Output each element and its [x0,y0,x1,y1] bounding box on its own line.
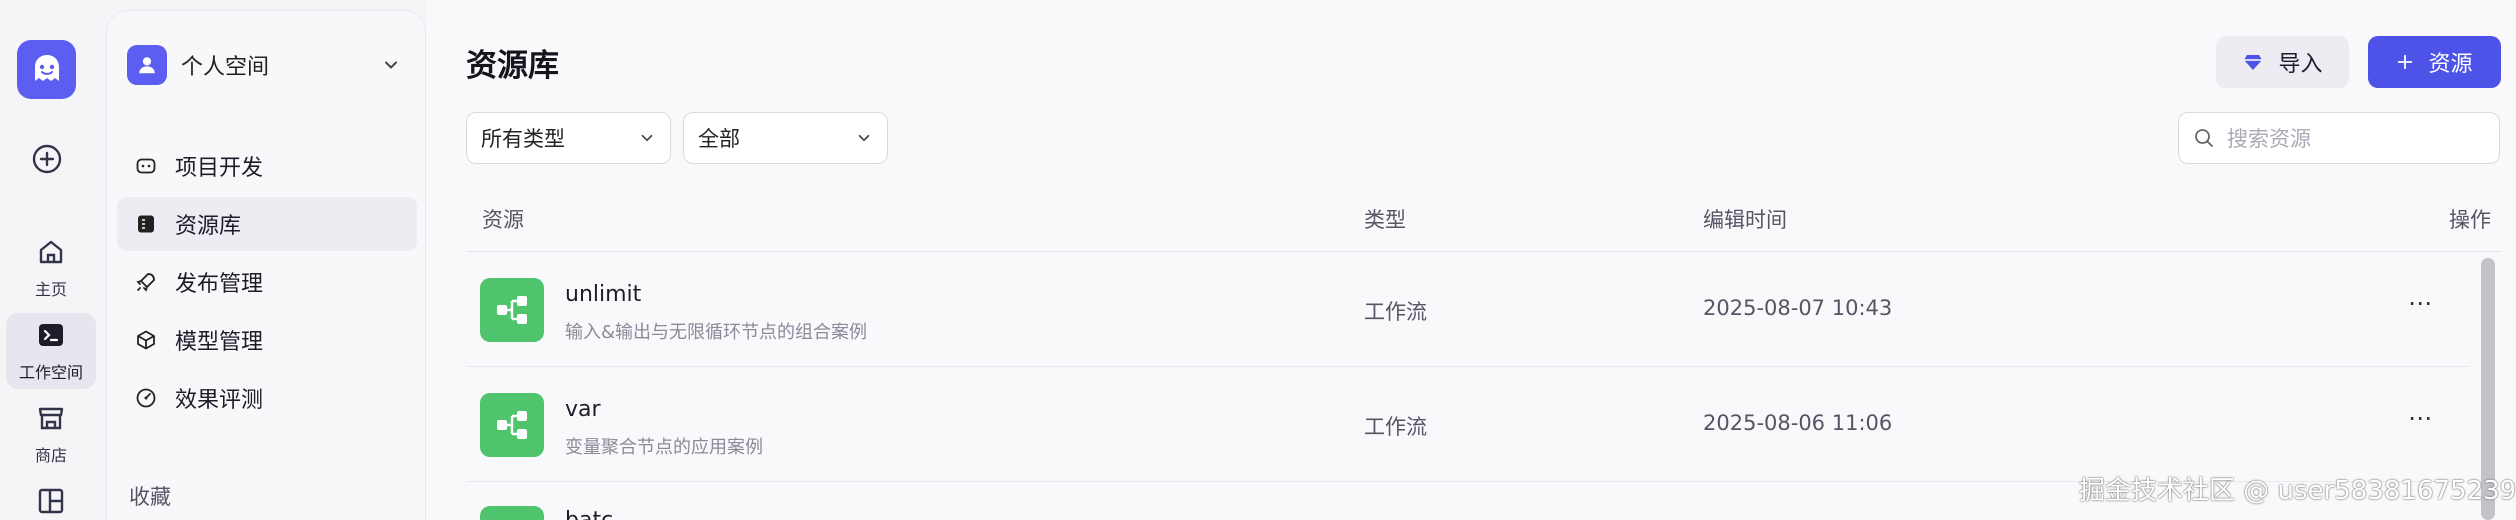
home-icon [39,240,63,264]
search-input[interactable]: 搜索资源 [2178,112,2500,164]
nav-label-models: 模型管理 [175,330,264,355]
bot-icon [136,158,156,174]
add-resource-button[interactable]: 资源 [2368,36,2501,88]
nav-item-evaluation[interactable]: 效果评测 [117,371,417,425]
rail-label-home: 主页 [34,280,67,299]
resource-name: unlimit [565,282,642,307]
import-button[interactable]: 导入 [2216,36,2349,88]
chevron-down-icon [385,61,397,69]
type-filter-value: 所有类型 [481,127,565,151]
header-actions: 操作 [2449,208,2491,232]
more-actions-icon[interactable]: ⋯ [2406,406,2434,435]
type-filter-select[interactable]: 所有类型 [466,112,671,164]
resource-edit-time: 2025-08-07 10:43 [1703,296,1893,320]
rail-item-workspace[interactable]: 工作空间 [6,313,96,389]
table-row[interactable]: var 变量聚合节点的应用案例 工作流 2025-08-06 11:06 ⋯ [466,367,2470,482]
table-row[interactable]: unlimit 输入&输出与无限循环节点的组合案例 工作流 2025-08-07… [466,252,2470,367]
resource-type: 工作流 [1364,300,1427,324]
workflow-icon [480,506,544,520]
workspace-sidebar: 个人空间 项目开发 资源库 发布管理 模型管理 效果评测 收藏 [106,10,426,520]
workflow-icon [480,393,544,457]
chevron-down-icon [858,134,870,142]
nav-label-projects: 项目开发 [175,156,264,181]
layout-icon [38,488,64,514]
terminal-icon [39,324,63,346]
add-resource-label: 资源 [2428,52,2473,77]
ghost-logo-icon [34,54,59,81]
space-name: 个人空间 [181,55,270,80]
library-icon [138,215,154,233]
rail-item-home[interactable]: 主页 [6,230,96,306]
gauge-icon [136,388,156,408]
nav-item-library[interactable]: 资源库 [117,197,417,251]
plus-icon [2398,54,2413,70]
app-logo[interactable] [17,40,76,99]
header-type: 类型 [1364,208,1406,232]
import-button-label: 导入 [2278,52,2323,77]
app-rail: 主页 工作空间 商店 [0,0,106,520]
rocket-icon [136,273,155,292]
table-header: 资源 类型 编辑时间 操作 [466,196,2502,252]
resource-name: var [565,397,601,422]
user-icon [139,57,155,74]
resource-edit-time: 2025-08-06 11:06 [1703,411,1893,435]
workflow-icon [480,278,544,342]
resource-description: 变量聚合节点的应用案例 [565,437,763,458]
nav-label-publish: 发布管理 [175,272,264,297]
rail-label-workspace: 工作空间 [18,363,83,382]
resource-name-partial: batc [565,508,613,520]
favorites-heading: 收藏 [129,485,171,509]
header-resource: 资源 [482,208,524,232]
search-placeholder: 搜索资源 [2227,127,2311,151]
search-icon [2195,129,2213,147]
rail-item-layout[interactable] [6,479,96,520]
watermark-text: 掘金技术社区 @ user5838167523996 [2079,476,2516,506]
more-actions-icon[interactable]: ⋯ [2406,291,2434,320]
nav-item-publish[interactable]: 发布管理 [117,255,417,309]
scope-filter-value: 全部 [698,127,740,151]
page-title: 资源库 [466,48,559,84]
add-circle-icon[interactable] [31,143,63,175]
main-panel: 资源库 导入 资源 所有类型 全部 搜索资源 资源 类型 编辑时间 操作 unl… [426,0,2516,520]
nav-label-library: 资源库 [175,214,242,239]
gem-icon [2244,55,2263,70]
rail-label-store: 商店 [34,446,67,465]
space-switcher[interactable]: 个人空间 [127,41,409,89]
nav-item-projects[interactable]: 项目开发 [117,139,417,193]
nav-item-models[interactable]: 模型管理 [117,313,417,367]
scope-filter-select[interactable]: 全部 [683,112,888,164]
workspace-nav: 项目开发 资源库 发布管理 模型管理 效果评测 [117,139,417,429]
nav-label-evaluation: 效果评测 [175,388,264,413]
space-avatar [127,45,167,85]
chevron-down-icon [641,134,653,142]
resource-type: 工作流 [1364,415,1427,439]
rail-item-store[interactable]: 商店 [6,396,96,472]
resource-description: 输入&输出与无限循环节点的组合案例 [565,322,868,343]
header-edited: 编辑时间 [1703,208,1787,232]
store-icon [38,407,64,430]
cube-icon [137,330,155,350]
